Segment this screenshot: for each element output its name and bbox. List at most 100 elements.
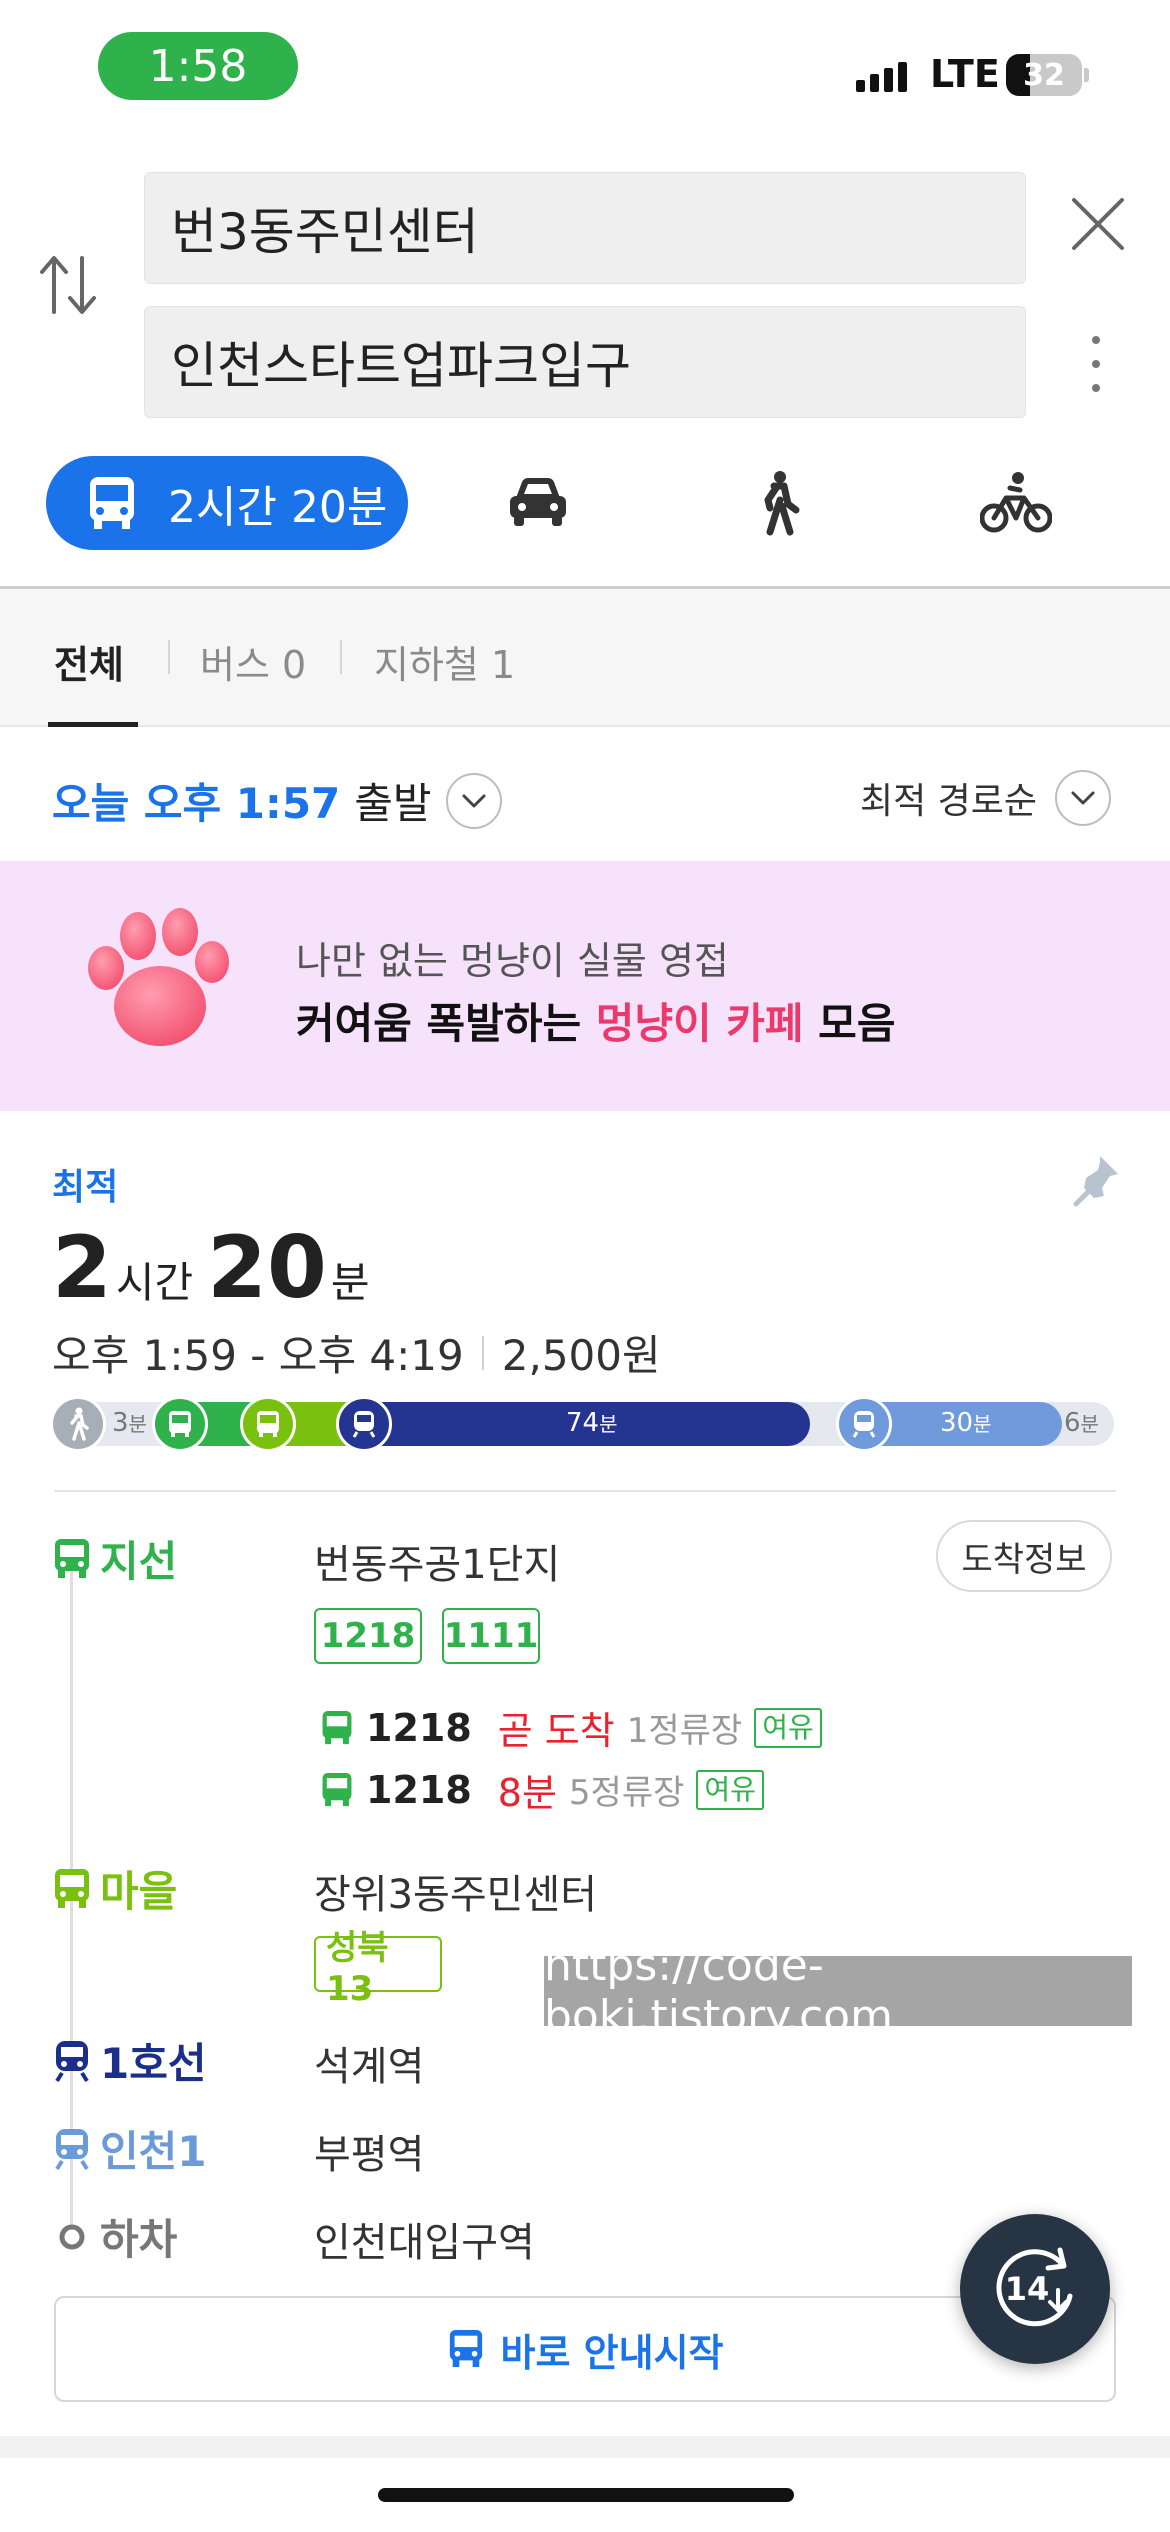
watermark: https://code-boki.tistory.com (544, 1940, 1132, 2042)
refresh-button[interactable]: 14 (960, 2214, 1110, 2364)
tab-all-underline (48, 722, 138, 727)
bus-icon (152, 1396, 208, 1452)
card-separator (0, 2436, 1170, 2458)
banner-line2-highlight: 멍냥이 카페 (595, 999, 804, 1048)
seat-badge: 여유 (754, 1707, 822, 1748)
duration-hours-unit: 시간 (115, 1258, 194, 1307)
step-stop[interactable]: 장위3동주민센터 (314, 1862, 597, 1920)
banner-line1: 나만 없는 멍냥이 실물 영접 (296, 939, 729, 983)
segment-subway2-label: 30분 (940, 1408, 992, 1438)
arrival-eta: 곧 도착 (497, 1709, 615, 1753)
arrival-info-button[interactable]: 도착정보 (936, 1520, 1112, 1592)
subway-icon (336, 1396, 392, 1452)
segment-walk2-label: 6분 (1064, 1408, 1099, 1438)
paw-icon (78, 906, 238, 1060)
arrival-stops: 1정류장 (626, 1711, 743, 1751)
route-segment-bar: 3분 74분 30분 6분 (50, 1396, 1114, 1452)
start-navigation-button[interactable]: 바로 안내시작 (54, 2296, 1116, 2402)
route-time-fare: 오후 1:59 - 오후 4:19 2,500원 (52, 1322, 661, 1383)
bus-icon (322, 1710, 352, 1744)
duration-hours: 2 (52, 1218, 112, 1318)
filter-tabs (0, 589, 1170, 727)
battery-icon: 32 (1006, 54, 1082, 96)
route-tag: 최적 (52, 1167, 119, 1208)
arrival-row: 1218 곧 도착 1정류장 여유 (320, 1700, 822, 1755)
arrival-eta: 8분 (497, 1771, 557, 1815)
close-icon[interactable] (1070, 196, 1126, 256)
bus-route-chip[interactable]: 성북13 (314, 1928, 442, 2009)
pin-icon[interactable] (1072, 1152, 1122, 1212)
subway-icon (55, 2040, 89, 2082)
seat-badge: 여유 (696, 1769, 764, 1810)
bike-icon[interactable] (979, 470, 1053, 540)
route-duration: 2 시간 20 분 (52, 1218, 383, 1318)
step-mode-alight: 하차 (52, 2206, 177, 2267)
step-mode-village-bus: 마을 (52, 1858, 177, 1919)
departure-time: 오늘 오후 1:57 (52, 779, 341, 828)
departure-suffix: 출발 (354, 779, 432, 828)
step-mode-label: 1호선 (100, 2039, 207, 2088)
arrival-route: 1218 (366, 1705, 472, 1750)
step-stop[interactable]: 번동주공1단지 (314, 1532, 560, 1590)
bus-route-chip[interactable]: 1111 (442, 1608, 540, 1664)
car-icon[interactable] (506, 474, 570, 534)
tab-all[interactable]: 전체 (54, 634, 124, 689)
chevron-down-icon[interactable] (1055, 770, 1112, 826)
mode-transit-label: 2시간 20분 (168, 482, 388, 533)
step-stop[interactable]: 석계역 (314, 2034, 424, 2092)
tab-separator (168, 640, 170, 674)
bus-icon (322, 1772, 352, 1806)
step-mode-subway-incheon1: 인천1 (52, 2118, 207, 2179)
home-indicator[interactable] (378, 2488, 794, 2502)
refresh-icon: 14 (996, 2247, 1073, 2327)
sort-selector[interactable]: 최적 경로순 (860, 770, 1112, 826)
subway-icon (836, 1396, 892, 1452)
separator (481, 1335, 484, 1370)
battery-level: 32 (1023, 57, 1065, 93)
sort-label: 최적 경로순 (860, 781, 1038, 822)
bus-icon (449, 2330, 482, 2368)
segment-subway1-label: 74분 (566, 1408, 618, 1438)
duration-minutes: 20 (207, 1218, 327, 1318)
battery-tip (1084, 68, 1089, 82)
step-stop[interactable]: 부평역 (314, 2122, 424, 2180)
step-stop[interactable]: 인천대입구역 (314, 2210, 535, 2268)
subway-icon (55, 2128, 89, 2170)
tab-bus[interactable]: 버스 0 (200, 634, 306, 689)
signal-icon (856, 62, 907, 92)
walk-icon (50, 1396, 106, 1452)
step-mode-label: 지선 (100, 1537, 178, 1586)
mode-transit-button[interactable]: 2시간 20분 (46, 456, 408, 550)
bus-icon (55, 1868, 89, 1908)
alight-dot-icon (59, 2224, 85, 2249)
origin-input[interactable]: 번3동주민센터 (144, 172, 1026, 284)
arrival-route: 1218 (366, 1767, 472, 1812)
time-range: 오후 1:59 - 오후 4:19 (52, 1331, 464, 1380)
refresh-count: 14 (1005, 2270, 1050, 2308)
segment-walk1-label: 3분 (112, 1408, 147, 1438)
step-mode-branch-bus: 지선 (52, 1528, 177, 1589)
tab-subway[interactable]: 지하철 1 (374, 634, 515, 689)
step-mode-subway-line1: 1호선 (52, 2030, 207, 2091)
chevron-down-icon[interactable] (445, 772, 502, 829)
banner-line2-a: 커여움 폭발하는 (296, 999, 596, 1048)
route-divider (54, 1490, 1116, 1492)
destination-input[interactable]: 인천스타트업파크입구 (144, 306, 1026, 418)
walk-icon[interactable] (756, 470, 800, 540)
step-mode-label: 하차 (100, 2215, 178, 2264)
fare: 2,500원 (501, 1331, 661, 1380)
arrival-stops: 5정류장 (568, 1773, 685, 1813)
network-type: LTE (930, 52, 1000, 96)
more-options-icon[interactable] (1092, 336, 1100, 392)
step-mode-label: 마을 (100, 1867, 178, 1916)
departure-selector[interactable]: 오늘 오후 1:57 출발 (52, 770, 502, 831)
arrival-row: 1218 8분 5정류장 여유 (320, 1762, 764, 1817)
start-navigation-label: 바로 안내시작 (500, 2330, 724, 2375)
duration-minutes-unit: 분 (330, 1258, 370, 1307)
bus-icon (240, 1396, 296, 1452)
step-mode-label: 인천1 (100, 2127, 207, 2176)
bus-icon (55, 1538, 89, 1578)
banner-line2: 커여움 폭발하는 멍냥이 카페 모음 (296, 990, 895, 1051)
bus-route-chip[interactable]: 1218 (314, 1608, 422, 1664)
swap-icon[interactable] (38, 250, 98, 324)
